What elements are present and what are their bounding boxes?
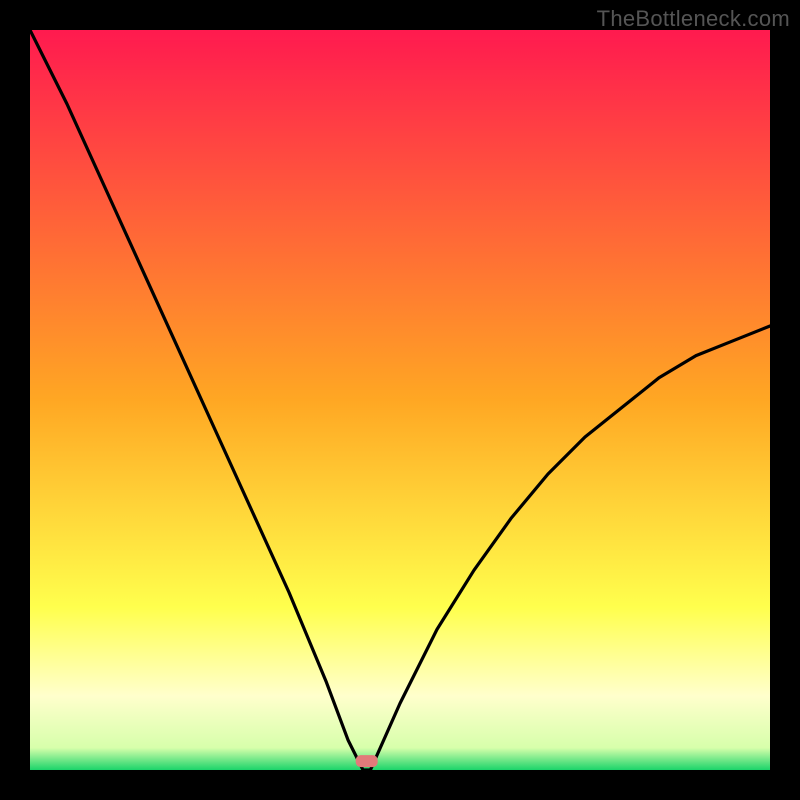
min-marker [356,755,378,767]
plot-area [30,30,770,770]
gradient-background [30,30,770,770]
watermark-text: TheBottleneck.com [597,6,790,32]
chart-frame: TheBottleneck.com [0,0,800,800]
chart-svg [30,30,770,770]
